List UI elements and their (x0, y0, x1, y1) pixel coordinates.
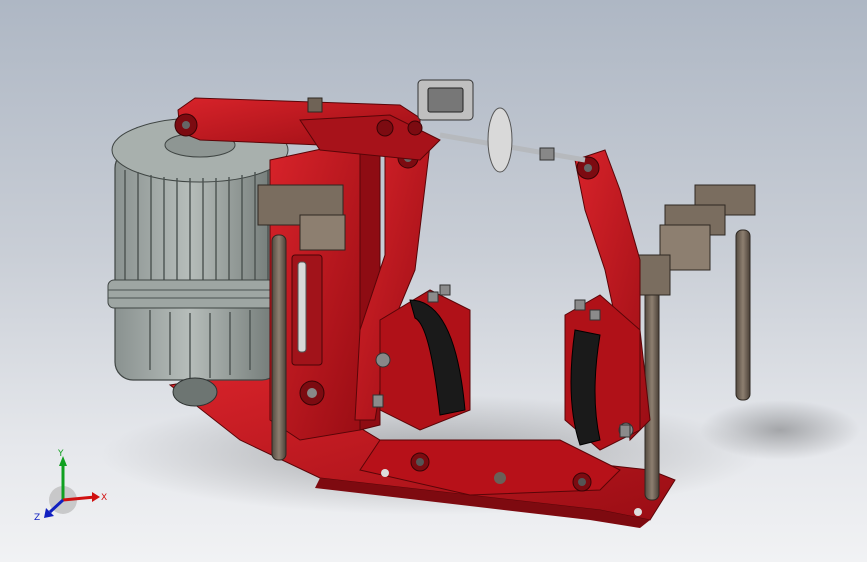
adjusting-rod[interactable] (417, 79, 586, 173)
coordinate-triad: Y X Z (34, 449, 107, 523)
axis-z-label: Z (34, 513, 40, 523)
axis-x-label: X (101, 493, 107, 503)
brake-assembly-model[interactable]: Y X Z (0, 0, 867, 562)
thruster-motor[interactable] (107, 117, 289, 407)
handwheel (487, 107, 513, 173)
ground-shadow-right (700, 400, 860, 460)
graphics-viewport[interactable]: Y X Z (0, 0, 867, 562)
axis-y-label: Y (57, 449, 64, 459)
